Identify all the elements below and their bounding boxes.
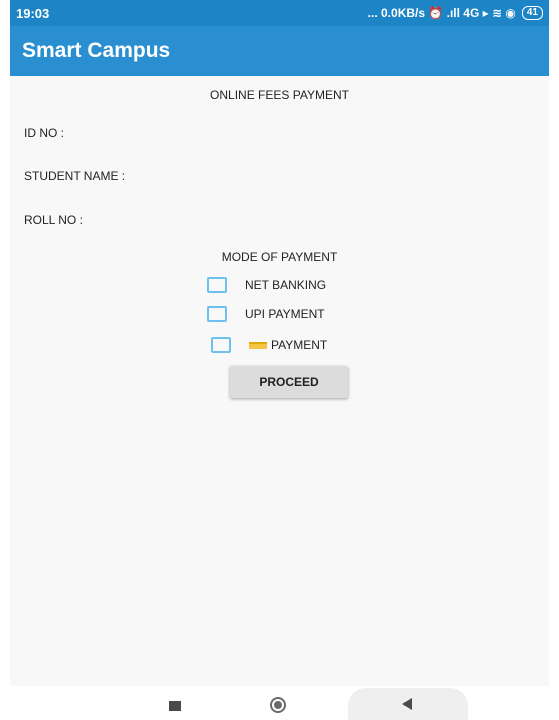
net-banking-checkbox[interactable] [207,277,227,293]
status-time: 19:03 [16,5,50,21]
upi-payment-checkbox[interactable] [207,306,227,322]
status-icons: ... 0.0KB/s ⏰ .ıll 4G ▸ ≋ ◉ [367,6,516,20]
home-circle-icon[interactable] [270,697,286,713]
status-bar: 19:03 ... 0.0KB/s ⏰ .ıll 4G ▸ ≋ ◉ 41 [10,0,549,26]
upi-payment-label: UPI PAYMENT [245,307,325,321]
payment-form: ONLINE FEES PAYMENT ID NO : STUDENT NAME… [10,76,549,686]
student-name-label: STUDENT NAME : [24,169,126,183]
card-payment-checkbox[interactable] [211,337,231,353]
card-payment-option[interactable]: PAYMENT [211,334,327,356]
app-title: Smart Campus [22,39,171,62]
phone-screen: 19:03 ... 0.0KB/s ⏰ .ıll 4G ▸ ≋ ◉ 41 Sma… [10,0,549,720]
proceed-button[interactable]: PROCEED [230,366,348,398]
net-banking-label: NET BANKING [245,278,327,292]
system-nav-bar [10,686,549,720]
recents-square-icon[interactable] [169,701,181,711]
app-bar: Smart Campus [10,26,549,76]
card-icon [249,342,267,350]
net-banking-option[interactable]: NET BANKING [207,274,326,296]
id-no-label: ID NO : [24,126,65,140]
upi-payment-option[interactable]: UPI PAYMENT [207,303,325,325]
page-title: ONLINE FEES PAYMENT [210,88,349,102]
status-indicators: ... 0.0KB/s ⏰ .ıll 4G ▸ ≋ ◉ 41 [368,6,543,20]
back-triangle-icon[interactable] [402,698,412,710]
roll-no-label: ROLL NO : [24,213,83,227]
battery-icon: 41 [521,6,543,20]
card-payment-label: PAYMENT [271,338,328,352]
mode-of-payment-title: MODE OF PAYMENT [221,250,338,264]
card-payment-label-wrap: PAYMENT [249,338,327,352]
